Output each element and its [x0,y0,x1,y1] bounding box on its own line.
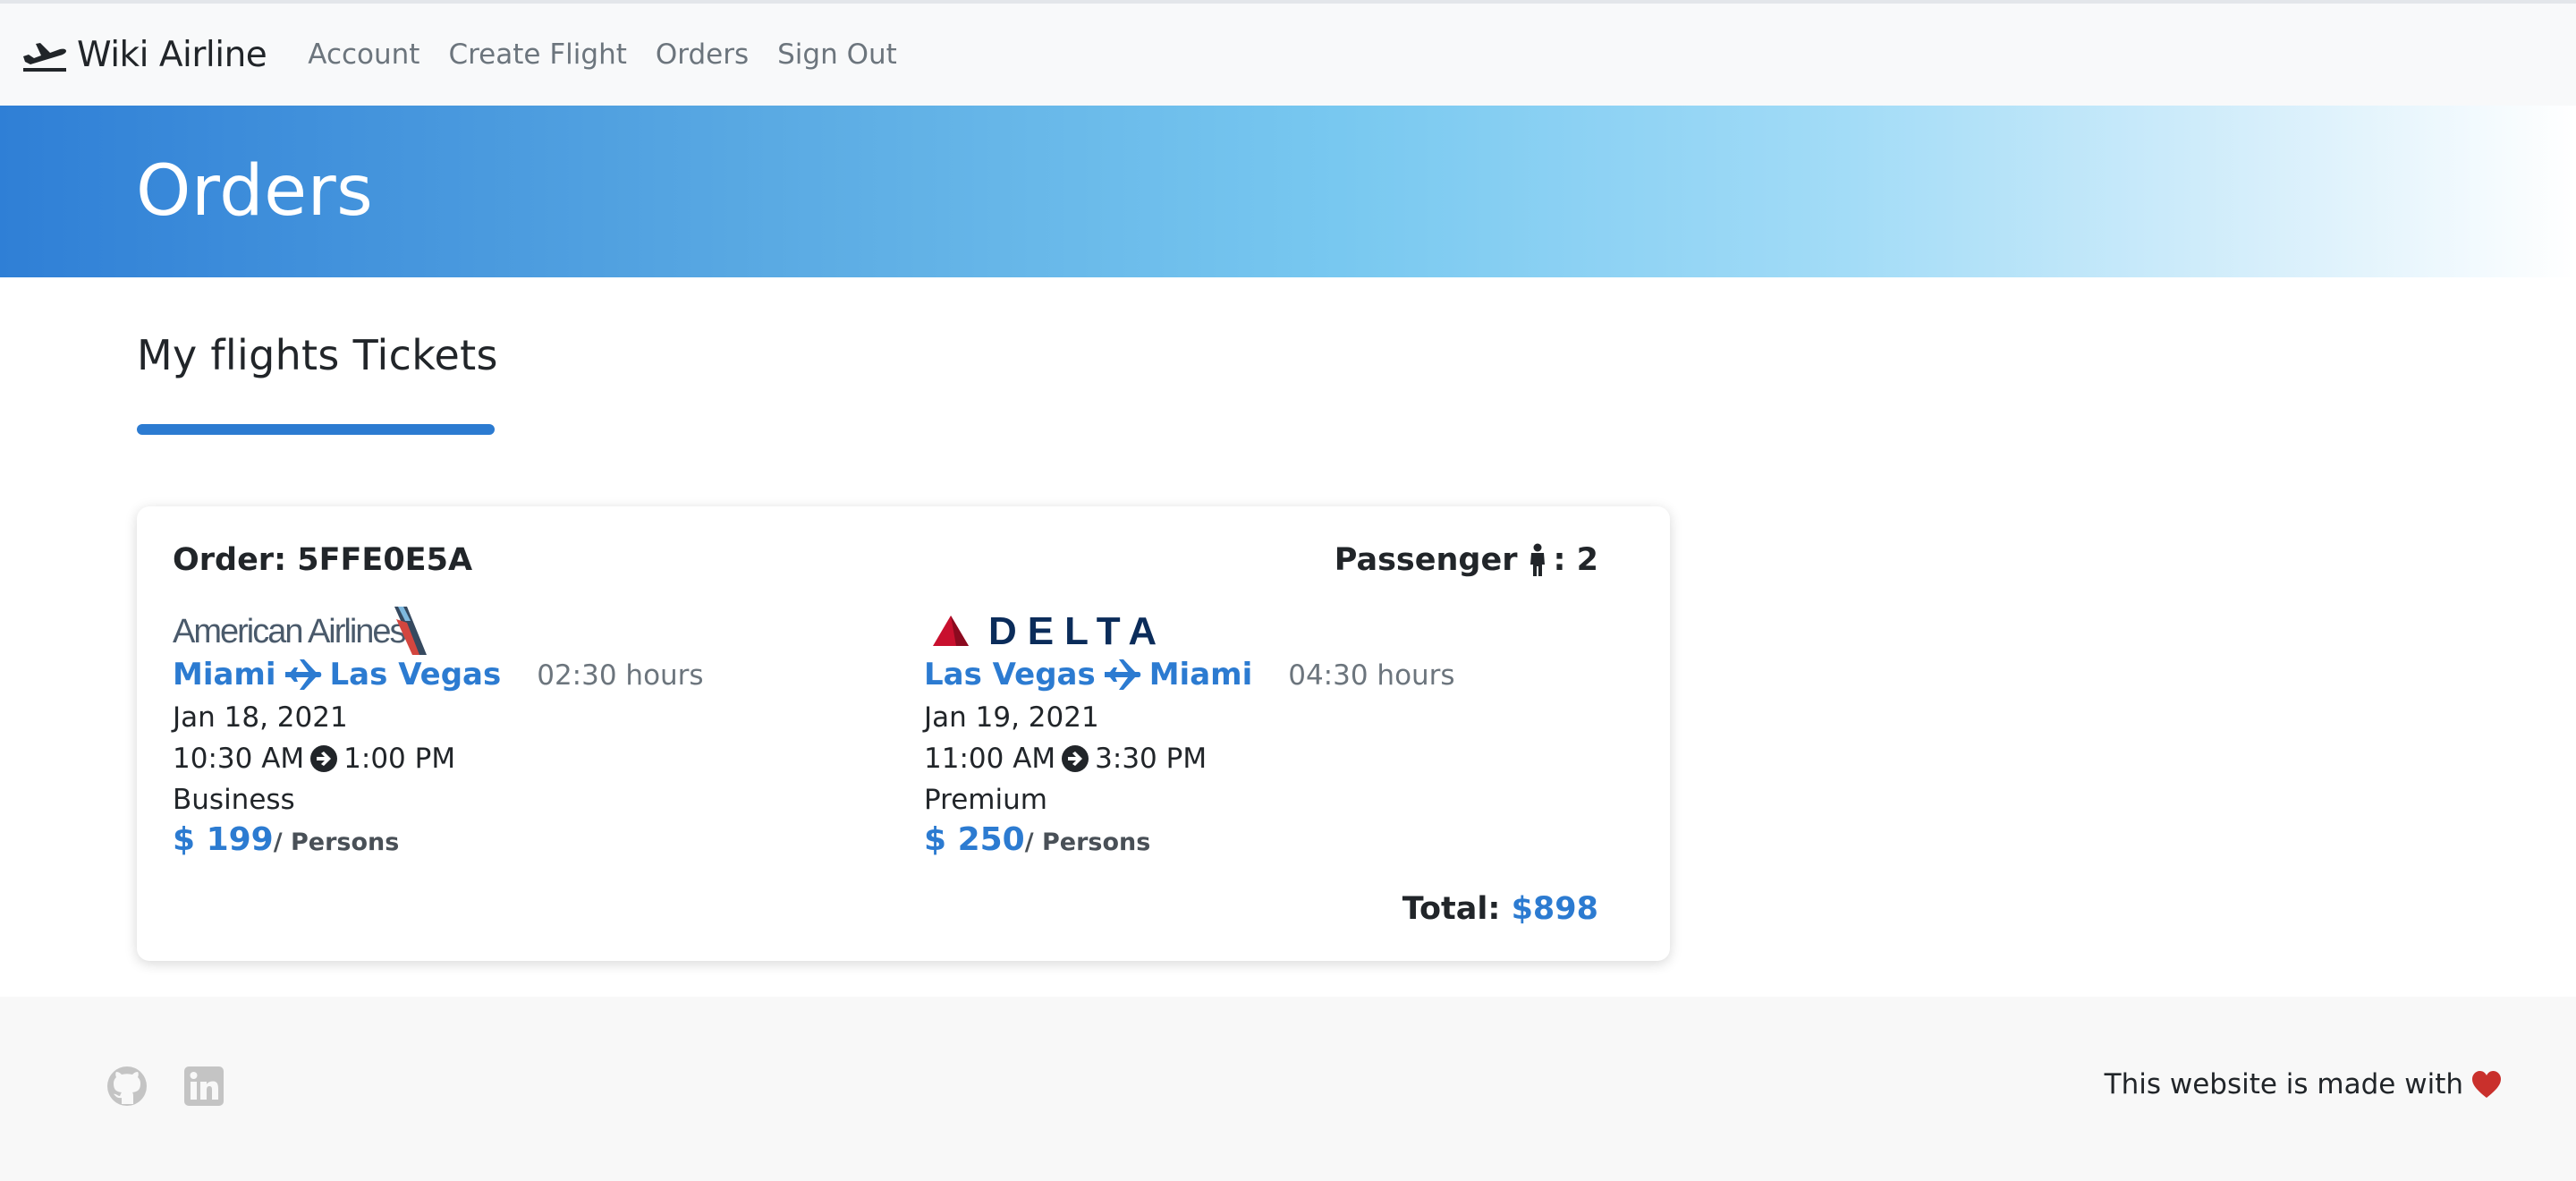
price-row: $ 199 / Persons [173,821,888,858]
flight-leg-outbound: American Airlines Miami Las Vegas 02:30 … [173,605,888,858]
price-row: $ 250 / Persons [924,821,1640,858]
airline-logo-text: American Airlines [173,613,406,650]
brand-name: Wiki Airline [77,34,267,75]
plane-icon [1104,659,1140,690]
route-from: Miami [173,657,276,692]
page-title: Orders [136,151,374,232]
route-to: Las Vegas [329,657,502,692]
heart-icon [2472,1071,2501,1098]
section-underline [137,424,495,435]
route-from: Las Vegas [924,657,1096,692]
route: Las Vegas Miami [924,657,1252,692]
nav-orders[interactable]: Orders [656,38,749,71]
total-label: Total: [1402,891,1501,927]
section-title: My flights Tickets [137,331,498,379]
depart-time: 11:00 AM [924,743,1056,775]
linkedin-icon[interactable] [182,1065,225,1108]
made-with-label: This website is made with [2104,1068,2463,1100]
route: Miami Las Vegas [173,657,501,692]
hero-banner: Orders [0,106,2576,277]
flight-date: Jan 18, 2021 [173,701,348,734]
brand[interactable]: Wiki Airline [21,35,267,75]
airline-logo-american: American Airlines [173,605,888,657]
plane-departure-icon [23,43,66,72]
flight-leg-return: DELTA Las Vegas Miami 04:30 hours Jan 19… [924,605,1640,858]
route-to: Miami [1148,657,1253,692]
airline-logo-text: DELTA [988,609,1167,653]
arrive-time: 1:00 PM [343,743,456,775]
made-with-text: This website is made with [2105,1068,2503,1100]
navbar: Wiki Airline Account Create Flight Order… [0,4,2576,106]
flight-times: 11:00 AM 3:30 PM [924,743,1640,775]
arrow-circle-right-icon [1062,745,1089,772]
total-value: $898 [1511,891,1598,927]
flight-duration: 04:30 hours [1288,659,1455,692]
order-total: Total: $898 [1402,891,1598,927]
passenger-count: Passenger : 2 [1335,542,1598,578]
passenger-label: Passenger [1334,542,1518,578]
order-id: Order: 5FFE0E5A [173,542,473,578]
depart-time: 10:30 AM [173,743,305,775]
nav-account[interactable]: Account [308,38,419,71]
price: $ 250 [924,821,1025,858]
nav-sign-out[interactable]: Sign Out [777,38,897,71]
airline-logo-delta: DELTA [924,605,1640,657]
footer: This website is made with [0,997,2576,1181]
price: $ 199 [173,821,274,858]
arrive-time: 3:30 PM [1095,743,1208,775]
passenger-number: : 2 [1553,542,1598,578]
flight-date: Jan 19, 2021 [924,701,1099,734]
seat-class: Business [173,784,295,816]
person-icon [1530,543,1546,576]
main-content: My flights Tickets Order: 5FFE0E5A Passe… [0,277,2576,997]
flight-duration: 02:30 hours [537,659,704,692]
github-icon[interactable] [106,1065,148,1108]
arrow-circle-right-icon [310,745,338,772]
social-links [106,1065,225,1108]
per-person: / Persons [1024,828,1151,856]
nav-create-flight[interactable]: Create Flight [448,38,626,71]
per-person: / Persons [273,828,400,856]
flight-times: 10:30 AM 1:00 PM [173,743,888,775]
order-card: Order: 5FFE0E5A Passenger : 2 American A… [137,506,1670,961]
seat-class: Premium [924,784,1047,816]
plane-icon [284,659,321,690]
